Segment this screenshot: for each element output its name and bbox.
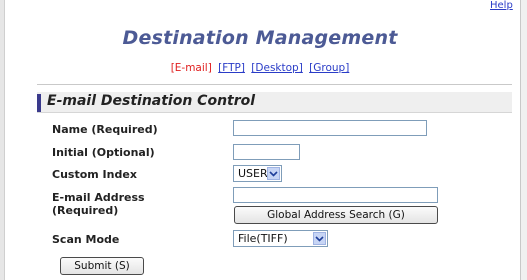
global-address-search-button[interactable]: Global Address Search (G) xyxy=(234,206,438,224)
custom-index-select[interactable]: USER 1 xyxy=(233,165,282,182)
section-accent-bar xyxy=(37,94,41,112)
chevron-down-icon[interactable] xyxy=(313,232,326,245)
initial-label: Initial (Optional) xyxy=(52,146,155,159)
destination-type-tabs: [E-mail] [FTP] [Desktop] [Group] xyxy=(0,62,520,74)
email-label-line2: (Required) xyxy=(52,204,119,217)
name-label: Name (Required) xyxy=(52,123,158,136)
tab-desktop[interactable]: [Desktop] xyxy=(251,62,303,74)
scan-mode-select[interactable]: File(TIFF) xyxy=(233,230,328,247)
email-label: E-mail Address (Required) xyxy=(52,191,145,217)
scan-mode-value: File(TIFF) xyxy=(238,232,288,245)
tab-email[interactable]: [E-mail] xyxy=(171,62,212,74)
initial-input[interactable] xyxy=(233,144,300,160)
name-input[interactable] xyxy=(233,120,427,136)
right-scrollbar[interactable] xyxy=(520,0,527,280)
email-label-line1: E-mail Address xyxy=(52,191,145,204)
page-title: Destination Management xyxy=(122,27,398,49)
custom-index-label: Custom Index xyxy=(52,168,137,181)
chevron-down-icon[interactable] xyxy=(267,167,280,180)
submit-button[interactable]: Submit (S) xyxy=(60,257,144,275)
scan-mode-label: Scan Mode xyxy=(52,233,120,246)
tab-group[interactable]: [Group] xyxy=(309,62,349,74)
tab-ftp[interactable]: [FTP] xyxy=(218,62,245,74)
section-title: E-mail Destination Control xyxy=(47,93,256,109)
divider xyxy=(37,84,512,85)
section-header: E-mail Destination Control xyxy=(37,92,512,113)
email-input[interactable] xyxy=(233,187,438,203)
help-link[interactable]: Help xyxy=(490,0,513,11)
